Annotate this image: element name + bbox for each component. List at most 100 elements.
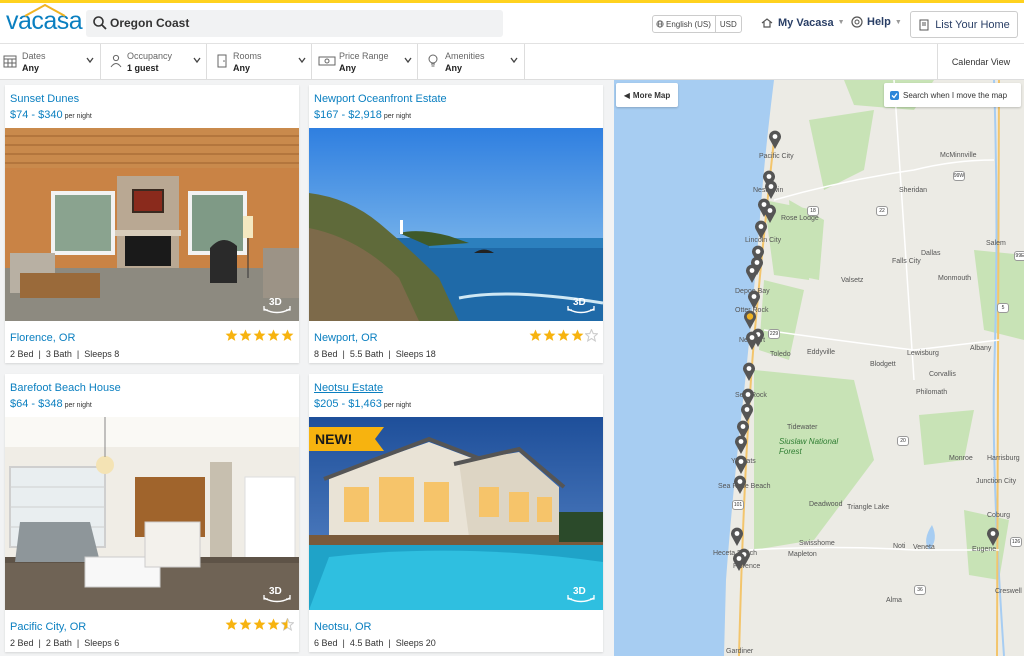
star-empty-icon bbox=[585, 329, 598, 342]
language-currency-selector[interactable]: English (US) USD bbox=[652, 15, 742, 33]
listing-location: Florence, OR bbox=[10, 332, 76, 344]
filter-rooms[interactable]: Rooms Any bbox=[207, 44, 312, 79]
map-label: Tidewater bbox=[787, 424, 818, 431]
map-label: Swisshome bbox=[799, 540, 835, 547]
listing-price: $205 - $1,463 per night bbox=[314, 398, 411, 410]
listing-specs: 2 Bed | 3 Bath | Sleeps 8 bbox=[10, 349, 120, 359]
listing-photo[interactable]: NEW! 3D bbox=[309, 417, 603, 610]
highway-shield: 229 bbox=[768, 329, 780, 339]
my-vacasa-menu[interactable]: My Vacasa ▼ bbox=[760, 16, 845, 29]
vacasa-logo[interactable]: vacasa bbox=[6, 3, 83, 36]
map-pin-icon[interactable] bbox=[730, 527, 744, 546]
map-label: Eugene bbox=[972, 546, 997, 553]
chevron-left-icon: ◀ bbox=[623, 90, 630, 100]
checkmark-icon bbox=[891, 92, 898, 98]
map-pin-selected-icon[interactable] bbox=[743, 310, 757, 329]
map-pin-icon[interactable] bbox=[734, 455, 748, 474]
filter-amenities[interactable]: Amenities Any bbox=[418, 44, 525, 79]
map-label: Salem bbox=[986, 240, 1006, 247]
star-rating bbox=[529, 329, 598, 342]
map-pin-icon[interactable] bbox=[734, 435, 748, 454]
listing-name-link[interactable]: Sunset Dunes bbox=[10, 93, 79, 105]
filter-price-label: Price Range bbox=[339, 51, 389, 61]
map-label: Deadwood bbox=[809, 501, 843, 508]
filter-dates[interactable]: Dates Any bbox=[0, 44, 101, 79]
map-label-forest: Siuslaw National Forest bbox=[779, 437, 839, 456]
house-hand-icon bbox=[761, 18, 773, 28]
map-pin-icon[interactable] bbox=[764, 180, 778, 199]
map-canvas[interactable] bbox=[614, 80, 1024, 656]
map-label: Philomath bbox=[916, 389, 948, 396]
chevron-down-icon bbox=[86, 57, 94, 64]
listing-name-link[interactable]: Neotsu Estate bbox=[314, 382, 383, 394]
filter-dates-label: Dates bbox=[22, 51, 46, 61]
listing-card[interactable]: Newport Oceanfront Estate $167 - $2,918 p… bbox=[309, 85, 603, 363]
globe-icon bbox=[656, 20, 664, 28]
listing-photo[interactable]: 3D bbox=[309, 128, 603, 321]
map-pin-icon[interactable] bbox=[747, 290, 761, 309]
map-pin-icon[interactable] bbox=[732, 552, 746, 571]
checkbox-checked[interactable] bbox=[890, 90, 899, 100]
map-panel[interactable]: Pacific City Neskowin Rose Lodge Lincoln… bbox=[614, 80, 1024, 656]
listing-card[interactable]: Neotsu Estate $205 - $1,463 per night NEW… bbox=[309, 374, 603, 652]
3d-tour-icon[interactable]: 3D bbox=[261, 294, 293, 316]
star-full-icon bbox=[253, 618, 266, 630]
listing-card[interactable]: Barefoot Beach House $64 - $348 per night… bbox=[5, 374, 299, 652]
map-label: Alma bbox=[886, 597, 902, 604]
filter-amenities-value: Any bbox=[445, 63, 463, 73]
map-pin-icon[interactable] bbox=[745, 331, 759, 350]
listing-name-link[interactable]: Newport Oceanfront Estate bbox=[314, 93, 447, 105]
svg-text:3D: 3D bbox=[573, 586, 586, 597]
listing-photo[interactable]: 3D bbox=[5, 417, 299, 610]
map-pin-icon[interactable] bbox=[986, 527, 1000, 546]
map-pin-icon[interactable] bbox=[754, 220, 768, 239]
map-label: Corvallis bbox=[929, 371, 956, 378]
highway-shield: 101 bbox=[732, 500, 744, 510]
search-bar[interactable] bbox=[86, 10, 503, 37]
filter-amenities-label: Amenities bbox=[445, 51, 485, 61]
3d-tour-icon[interactable]: 3D bbox=[565, 583, 597, 605]
star-full-icon bbox=[225, 618, 238, 630]
more-map-button[interactable]: ◀ More Map bbox=[616, 83, 678, 107]
filter-occupancy-value: 1 guest bbox=[127, 63, 159, 73]
filter-occupancy[interactable]: Occupancy 1 guest bbox=[101, 44, 207, 79]
list-your-home-button[interactable]: List Your Home bbox=[910, 11, 1018, 38]
currency-selector[interactable]: USD bbox=[716, 20, 741, 29]
map-label: Coburg bbox=[987, 512, 1010, 519]
help-menu[interactable]: Help ▼ bbox=[851, 16, 902, 28]
highway-shield: 20 bbox=[897, 436, 909, 446]
3d-tour-icon[interactable]: 3D bbox=[261, 583, 293, 605]
map-pin-icon[interactable] bbox=[768, 130, 782, 149]
star-full-icon bbox=[267, 329, 280, 341]
map-label: Valsetz bbox=[841, 277, 864, 284]
price-range: $205 - $1,463 bbox=[314, 398, 382, 410]
map-pin-icon[interactable] bbox=[742, 362, 756, 381]
map-label: Harrisburg bbox=[987, 455, 1020, 462]
calendar-view-button[interactable]: Calendar View bbox=[937, 44, 1024, 79]
star-rating bbox=[225, 329, 294, 342]
calendar-icon bbox=[3, 55, 17, 68]
search-when-move-label: Search when I move the map bbox=[903, 90, 1008, 100]
map-label: Rose Lodge bbox=[781, 215, 819, 222]
filter-price-range[interactable]: Price Range Any bbox=[312, 44, 418, 79]
help-label: Help bbox=[867, 16, 891, 28]
search-when-move-toggle[interactable]: Search when I move the map bbox=[884, 83, 1021, 107]
3d-tour-icon[interactable]: 3D bbox=[565, 294, 597, 316]
listing-card[interactable]: Sunset Dunes $74 - $340 per night 3D Flor… bbox=[5, 85, 299, 363]
listing-location: Pacific City, OR bbox=[10, 621, 87, 633]
new-badge: NEW! bbox=[309, 427, 384, 451]
chevron-down-icon bbox=[510, 57, 518, 64]
top-nav-bar: vacasa English (US) USD My Vacasa ▼ Help… bbox=[0, 0, 1024, 44]
highway-shield: 18 bbox=[807, 206, 819, 216]
search-input[interactable] bbox=[110, 13, 490, 33]
star-half-icon bbox=[281, 618, 294, 631]
highway-shield: 126 bbox=[1010, 537, 1022, 547]
star-full-icon bbox=[543, 329, 556, 341]
listing-name-link[interactable]: Barefoot Beach House bbox=[10, 382, 121, 394]
svg-text:3D: 3D bbox=[573, 297, 586, 308]
language-selector[interactable]: English (US) bbox=[653, 16, 716, 32]
person-icon bbox=[110, 54, 122, 68]
listing-photo[interactable]: 3D bbox=[5, 128, 299, 321]
map-pin-icon[interactable] bbox=[733, 475, 747, 494]
map-pin-icon[interactable] bbox=[745, 264, 759, 283]
